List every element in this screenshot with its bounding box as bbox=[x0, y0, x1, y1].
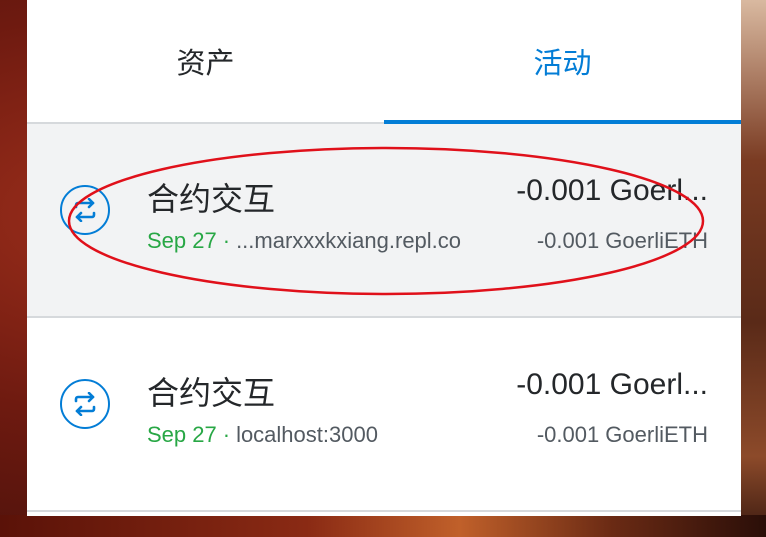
swap-arrows-icon bbox=[60, 185, 110, 235]
transaction-amount-secondary: -0.001 GoerliETH bbox=[536, 422, 708, 447]
transaction-subtitle: Sep 27 · ...marxxxkxiang.repl.co bbox=[147, 228, 461, 254]
transaction-row[interactable]: 合约交互 Sep 27 · ...marxxxkxiang.repl.co -0.0… bbox=[27, 124, 741, 318]
transaction-amount-secondary: -0.001 GoerliETH bbox=[536, 228, 708, 253]
tab-bar: 资产 活动 bbox=[27, 0, 741, 124]
transaction-title: 合约交互 bbox=[147, 375, 276, 411]
transaction-title: 合约交互 bbox=[147, 181, 276, 217]
transaction-origin: ...marxxxkxiang.repl.co bbox=[236, 228, 462, 253]
swap-arrows-icon bbox=[60, 379, 110, 429]
tab-assets[interactable]: 资产 bbox=[27, 0, 384, 122]
transaction-subtitle: Sep 27 · localhost:3000 bbox=[147, 422, 378, 448]
transaction-amount: -0.001 Goerl... bbox=[516, 174, 708, 207]
background-photo-right bbox=[740, 0, 766, 537]
transaction-amount: -0.001 Goerl... bbox=[516, 368, 708, 401]
separator-dot: · bbox=[222, 228, 231, 253]
transaction-origin: localhost:3000 bbox=[236, 422, 378, 447]
transaction-date: Sep 27 bbox=[147, 228, 217, 253]
transaction-row[interactable]: 合约交互 Sep 27 · localhost:3000 -0.001 Goerl.… bbox=[27, 318, 741, 512]
activity-panel: 资产 活动 合约交互 Sep 27 · ...marxxxkxiang.repl.c… bbox=[27, 0, 741, 516]
transaction-date: Sep 27 bbox=[147, 422, 217, 447]
separator-dot: · bbox=[222, 422, 231, 447]
background-photo-bottom bbox=[0, 515, 766, 537]
tab-activity[interactable]: 活动 bbox=[384, 0, 741, 124]
